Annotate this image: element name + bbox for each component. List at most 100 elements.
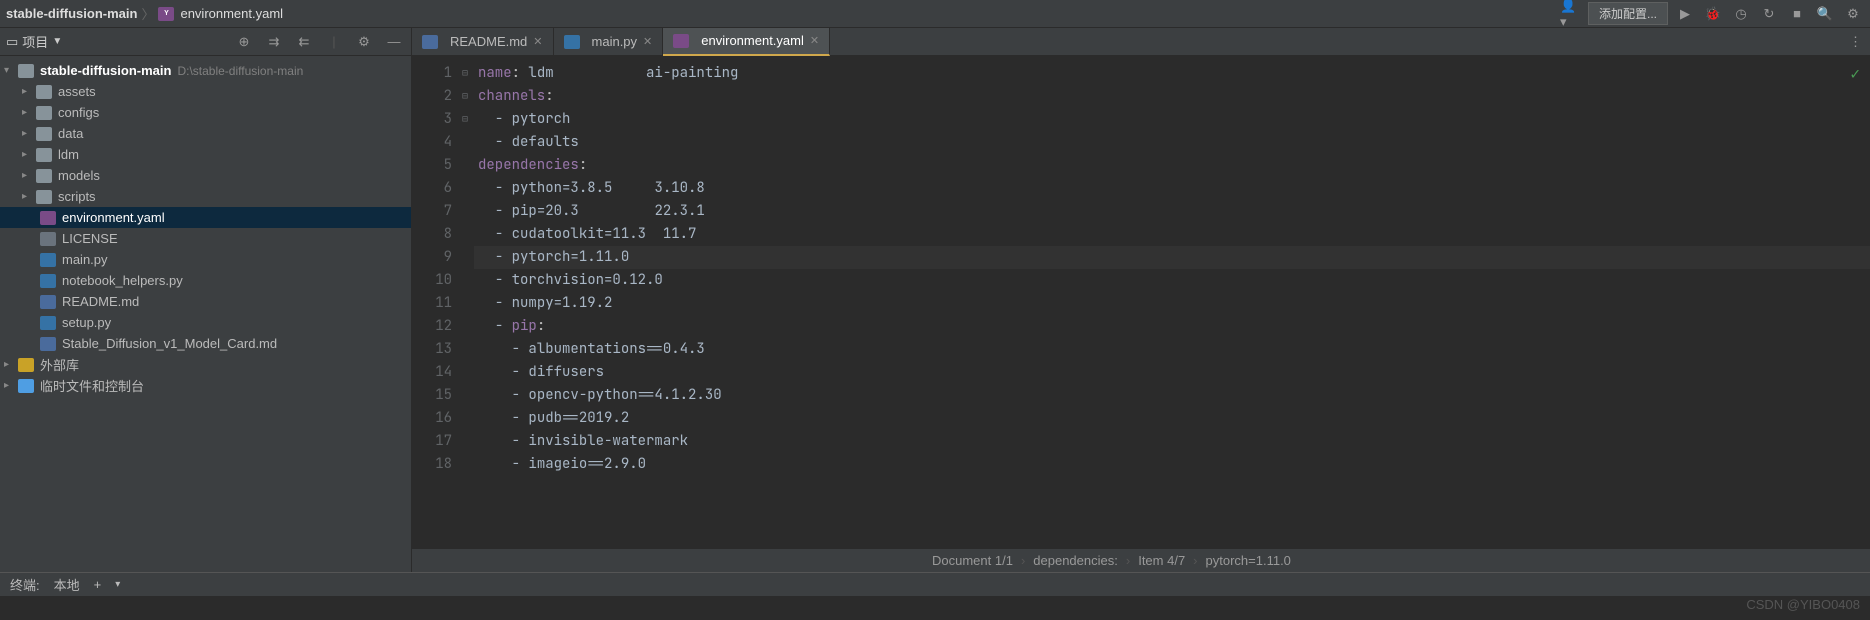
code-line-10[interactable]: - torchvision=0.12.0 (474, 269, 1870, 292)
tab-environment-yaml[interactable]: environment.yaml✕ (663, 28, 830, 56)
folder-icon (36, 190, 52, 204)
terminal-dropdown-icon[interactable]: ▾ (115, 579, 120, 590)
code-line-13[interactable]: - albumentations==0.4.3 (474, 338, 1870, 361)
breadcrumb-root[interactable]: stable-diffusion-main (6, 6, 137, 21)
yaml-icon (673, 34, 689, 48)
tree-folder-data[interactable]: ▸data (0, 123, 411, 144)
library-icon (18, 358, 34, 372)
fold-column[interactable]: ⊟⊟⊟ (462, 56, 474, 548)
tree-external-libs[interactable]: ▸ 外部库 (0, 354, 411, 375)
file-notebook-helpers[interactable]: notebook_helpers.py (0, 270, 411, 291)
breadcrumb-file[interactable]: environment.yaml (180, 6, 283, 21)
code-line-15[interactable]: - opencv-python==4.1.2.30 (474, 384, 1870, 407)
coverage-icon[interactable]: ◷ (1730, 3, 1752, 25)
search-icon[interactable]: 🔍 (1814, 3, 1836, 25)
status-item[interactable]: Item 4/7 (1138, 553, 1185, 568)
stop-icon[interactable]: ■ (1786, 3, 1808, 25)
hide-icon[interactable]: — (383, 31, 405, 53)
project-tree[interactable]: ▾ stable-diffusion-main D:\stable-diffus… (0, 56, 411, 572)
expander-icon[interactable]: ▸ (4, 359, 18, 370)
expander-icon[interactable]: ▸ (22, 128, 36, 139)
code-line-7[interactable]: - pip=20.3 22.3.1 (474, 200, 1870, 223)
expander-icon[interactable]: ▾ (4, 65, 18, 76)
run-icon[interactable]: ▶ (1674, 3, 1696, 25)
terminal-local[interactable]: 本地 (54, 575, 80, 594)
folder-icon (36, 148, 52, 162)
add-terminal-icon[interactable]: + (94, 577, 102, 592)
gear-icon[interactable]: ⚙ (353, 31, 375, 53)
expander-icon[interactable]: ▸ (22, 149, 36, 160)
divider-icon: | (323, 31, 345, 53)
md-icon (422, 35, 438, 49)
close-icon[interactable]: ✕ (810, 34, 819, 47)
code-line-11[interactable]: - numpy=1.19.2 (474, 292, 1870, 315)
file-main-py[interactable]: main.py (0, 249, 411, 270)
tree-folder-scripts[interactable]: ▸scripts (0, 186, 411, 207)
code-line-18[interactable]: - imageio==2.9.0 (474, 453, 1870, 476)
code-line-1[interactable]: name: ldm ai-painting (474, 62, 1870, 85)
terminal-bar: 终端: 本地 + ▾ (0, 572, 1870, 596)
collapse-all-icon[interactable]: ⇇ (293, 31, 315, 53)
editor-panel: README.md✕main.py✕environment.yaml✕ ⋮ 123… (412, 28, 1870, 572)
code-line-17[interactable]: - invisible-watermark (474, 430, 1870, 453)
users-icon[interactable]: 👤▾ (1560, 3, 1582, 25)
tree-folder-assets[interactable]: ▸assets (0, 81, 411, 102)
tree-folder-ldm[interactable]: ▸ldm (0, 144, 411, 165)
file-setup-py[interactable]: setup.py (0, 312, 411, 333)
file-readme[interactable]: README.md (0, 291, 411, 312)
tree-folder-models[interactable]: ▸models (0, 165, 411, 186)
status-dependencies[interactable]: dependencies: (1033, 553, 1118, 568)
expander-icon[interactable]: ▸ (22, 107, 36, 118)
tree-root[interactable]: ▾ stable-diffusion-main D:\stable-diffus… (0, 60, 411, 81)
markdown-icon (40, 337, 56, 351)
file-license[interactable]: LICENSE (0, 228, 411, 249)
code-line-2[interactable]: channels: (474, 85, 1870, 108)
folder-icon (36, 85, 52, 99)
tree-root-path: D:\stable-diffusion-main (177, 64, 303, 78)
tab-main-py[interactable]: main.py✕ (554, 28, 664, 56)
expander-icon[interactable]: ▸ (22, 86, 36, 97)
tab-README-md[interactable]: README.md✕ (412, 28, 554, 56)
file-model-card[interactable]: Stable_Diffusion_v1_Model_Card.md (0, 333, 411, 354)
close-icon[interactable]: ✕ (643, 35, 652, 48)
chevron-down-icon[interactable]: ▼ (52, 36, 62, 47)
sidebar-title[interactable]: ▭ 项目 ▼ (6, 32, 62, 51)
status-document[interactable]: Document 1/1 (932, 553, 1013, 568)
tree-root-label: stable-diffusion-main (40, 63, 171, 78)
code-content[interactable]: ✓ name: ldm ai-paintingchannels: - pytor… (474, 56, 1870, 548)
expander-icon[interactable]: ▸ (22, 191, 36, 202)
code-line-5[interactable]: dependencies: (474, 154, 1870, 177)
scratch-icon (18, 379, 34, 393)
file-environment-yaml[interactable]: environment.yaml (0, 207, 411, 228)
code-line-12[interactable]: - pip: (474, 315, 1870, 338)
folder-icon (36, 106, 52, 120)
settings-icon[interactable]: ⚙ (1842, 3, 1864, 25)
profile-icon[interactable]: ↻ (1758, 3, 1780, 25)
code-line-4[interactable]: - defaults (474, 131, 1870, 154)
editor-tabs: README.md✕main.py✕environment.yaml✕ ⋮ (412, 28, 1870, 56)
yaml-icon (40, 211, 56, 225)
code-line-9[interactable]: - pytorch=1.11.0 (474, 246, 1870, 269)
expand-all-icon[interactable]: ⇉ (263, 31, 285, 53)
tabs-more-icon[interactable]: ⋮ (1841, 34, 1870, 50)
terminal-label[interactable]: 终端: (10, 575, 40, 594)
tree-folder-configs[interactable]: ▸configs (0, 102, 411, 123)
code-line-3[interactable]: - pytorch (474, 108, 1870, 131)
run-config-button[interactable]: 添加配置... (1588, 2, 1668, 25)
code-line-16[interactable]: - pudb==2019.2 (474, 407, 1870, 430)
expander-icon[interactable]: ▸ (22, 170, 36, 181)
code-line-6[interactable]: - python=3.8.5 3.10.8 (474, 177, 1870, 200)
close-icon[interactable]: ✕ (533, 35, 542, 48)
code-line-8[interactable]: - cudatoolkit=11.3 11.7 (474, 223, 1870, 246)
status-value[interactable]: pytorch=1.11.0 (1206, 553, 1291, 568)
editor-body[interactable]: 123456789101112131415161718 ⊟⊟⊟ ✓ name: … (412, 56, 1870, 548)
markdown-icon (40, 295, 56, 309)
debug-icon[interactable]: 🐞 (1702, 3, 1724, 25)
tree-scratches[interactable]: ▸ 临时文件和控制台 (0, 375, 411, 396)
breadcrumb-status-bar: Document 1/1 › dependencies: › Item 4/7 … (412, 548, 1870, 572)
select-opened-icon[interactable]: ⊕ (233, 31, 255, 53)
expander-icon[interactable]: ▸ (4, 380, 18, 391)
code-line-14[interactable]: - diffusers (474, 361, 1870, 384)
inspection-ok-icon[interactable]: ✓ (1850, 62, 1860, 85)
python-icon (40, 316, 56, 330)
